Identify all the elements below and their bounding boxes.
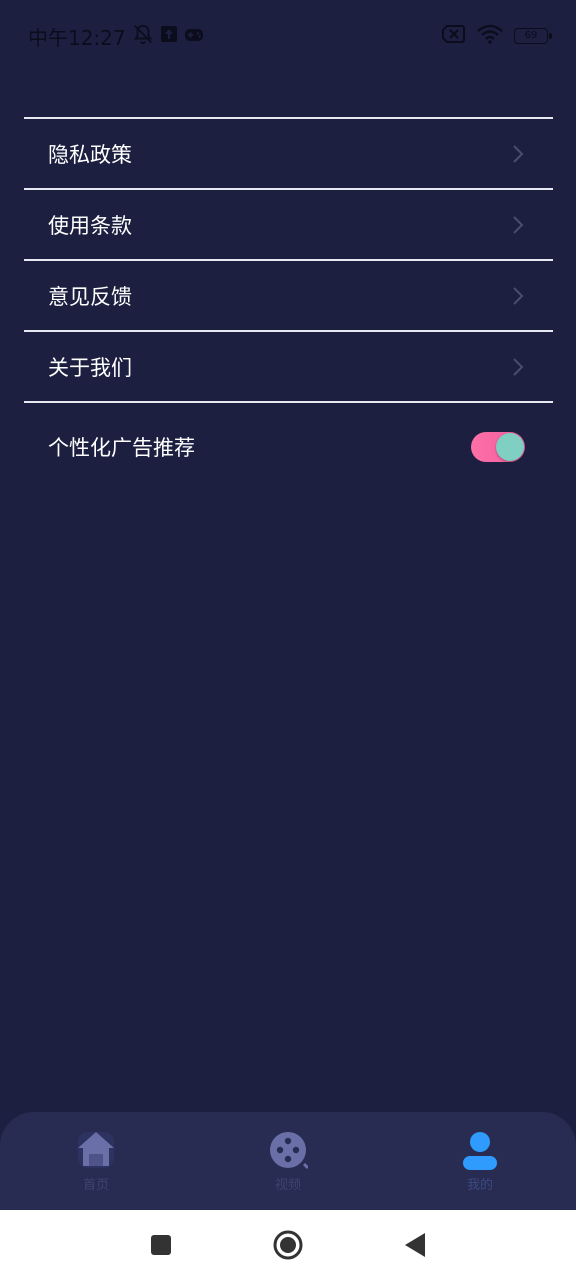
personalized-ads-toggle[interactable] [471,432,525,462]
chevron-right-icon [513,144,524,163]
status-time: 中午12:27 [28,25,126,50]
chevron-right-icon [513,215,524,234]
wifi-icon [476,24,504,48]
home-icon [78,1132,114,1168]
settings-item-privacy[interactable]: 隐私政策 [24,117,553,188]
settings-item-about[interactable]: 关于我们 [24,330,553,401]
chevron-right-icon [513,286,524,305]
battery-icon: 69 [514,28,552,44]
settings-list: 隐私政策 使用条款 意见反馈 关于我们 个性化广告推荐 [24,117,553,491]
bell-off-icon [132,23,154,50]
recents-button[interactable] [149,1233,173,1257]
nav-item-home[interactable]: 首页 [36,1130,156,1193]
settings-item-label: 隐私政策 [48,142,132,167]
status-left: 中午12:27 [28,22,204,51]
upload-icon [160,24,178,48]
nav-item-video[interactable]: 视频 [228,1130,348,1193]
settings-item-feedback[interactable]: 意见反馈 [24,259,553,330]
settings-item-terms[interactable]: 使用条款 [24,188,553,259]
nav-label: 首页 [82,1178,109,1193]
gamepad-icon [184,24,204,48]
screen: 中午12:27 69 隐私政策 使用条款 意见反馈 关于我们 个性化广告推荐 首… [0,0,576,1280]
system-nav-bar [0,1210,576,1280]
chevron-right-icon [513,357,524,376]
nav-label: 视频 [274,1178,301,1193]
nav-item-mine[interactable]: 我的 [420,1130,540,1193]
sim-error-icon [442,25,466,47]
nav-label: 我的 [466,1178,493,1193]
settings-item-label: 意见反馈 [48,284,132,309]
status-bar: 中午12:27 69 [0,0,576,72]
bottom-nav: 首页 视频 我的 [0,1112,576,1210]
settings-item-label: 个性化广告推荐 [48,436,195,460]
settings-item-personalized-ads: 个性化广告推荐 [24,401,553,491]
home-button[interactable] [273,1230,303,1260]
user-icon [463,1132,497,1170]
film-reel-icon [270,1132,308,1170]
settings-item-label: 关于我们 [48,355,132,380]
status-right: 69 [442,24,552,48]
back-button[interactable] [403,1232,427,1258]
toggle-knob [496,433,524,461]
settings-item-label: 使用条款 [48,213,132,238]
